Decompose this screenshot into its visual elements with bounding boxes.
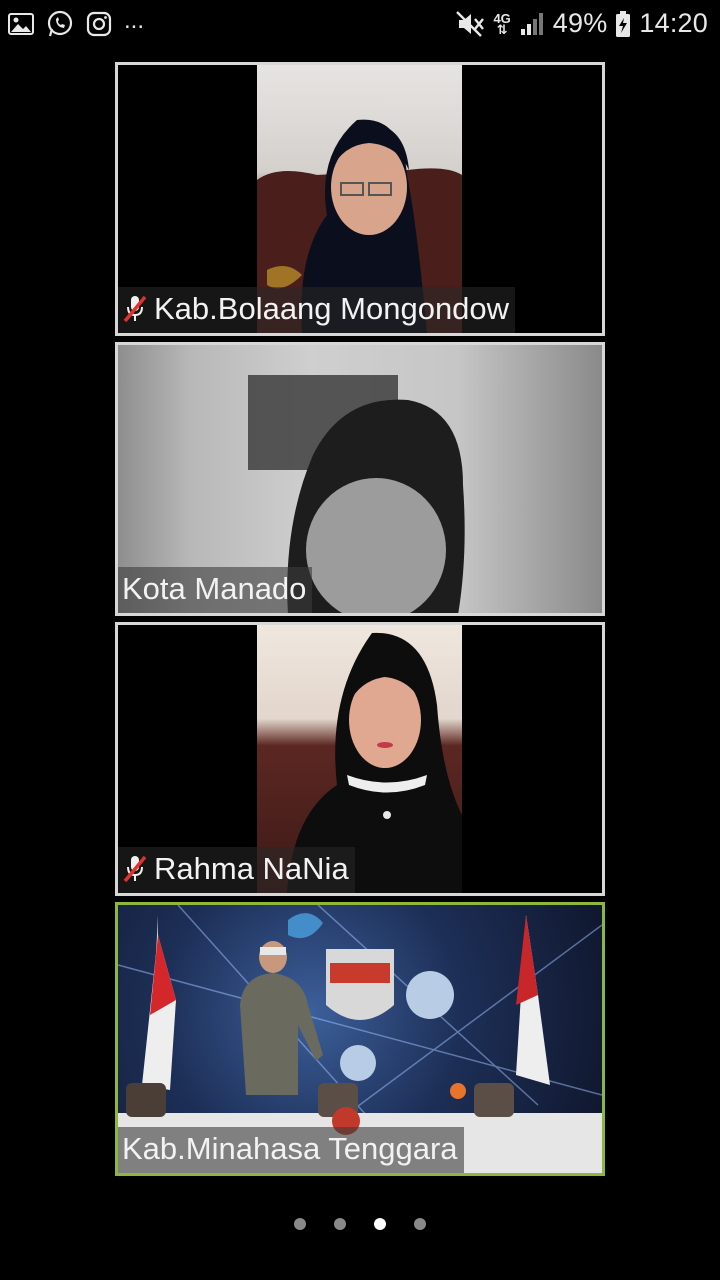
gallery-icon <box>8 13 34 35</box>
signal-icon <box>520 12 543 35</box>
mute-icon <box>456 10 485 37</box>
muted-mic-icon <box>123 855 147 883</box>
participant-name-row: Rahma NaNia <box>118 847 355 893</box>
instagram-icon <box>86 11 112 37</box>
participant-name-row: Kab.Minahasa Tenggara <box>118 1127 464 1173</box>
battery-percent: 49% <box>552 8 608 38</box>
whatsapp-icon <box>47 10 73 37</box>
participant-tile-1[interactable]: Kab.Bolaang Mongondow <box>115 62 605 336</box>
battery-charging-icon <box>616 10 631 37</box>
status-bar: ... 4G ⇅ 49% 14:20 <box>0 0 720 48</box>
participant-name-row: Kab.Bolaang Mongondow <box>118 287 516 333</box>
participant-name: Kota Manado <box>122 571 307 606</box>
muted-mic-icon <box>123 295 147 323</box>
participant-tile-2[interactable]: Kota Manado <box>115 342 605 616</box>
participant-tile-4[interactable]: Kab.Minahasa Tenggara <box>115 902 605 1176</box>
page-dot[interactable] <box>414 1218 426 1230</box>
page-indicator[interactable] <box>0 1218 720 1230</box>
participant-name: Kab.Minahasa Tenggara <box>122 1131 458 1166</box>
participant-name-row: Kota Manado <box>118 567 313 613</box>
clock: 14:20 <box>639 8 708 38</box>
page-dot[interactable] <box>294 1218 306 1230</box>
more-notifications: ... <box>124 7 145 34</box>
participant-tile-3[interactable]: Rahma NaNia <box>115 622 605 896</box>
network-indicator: 4G ⇅ <box>493 10 511 37</box>
participant-name: Kab.Bolaang Mongondow <box>154 291 510 326</box>
participant-name: Rahma NaNia <box>154 851 349 886</box>
page-dot-current[interactable] <box>374 1218 386 1230</box>
page-dot[interactable] <box>334 1218 346 1230</box>
